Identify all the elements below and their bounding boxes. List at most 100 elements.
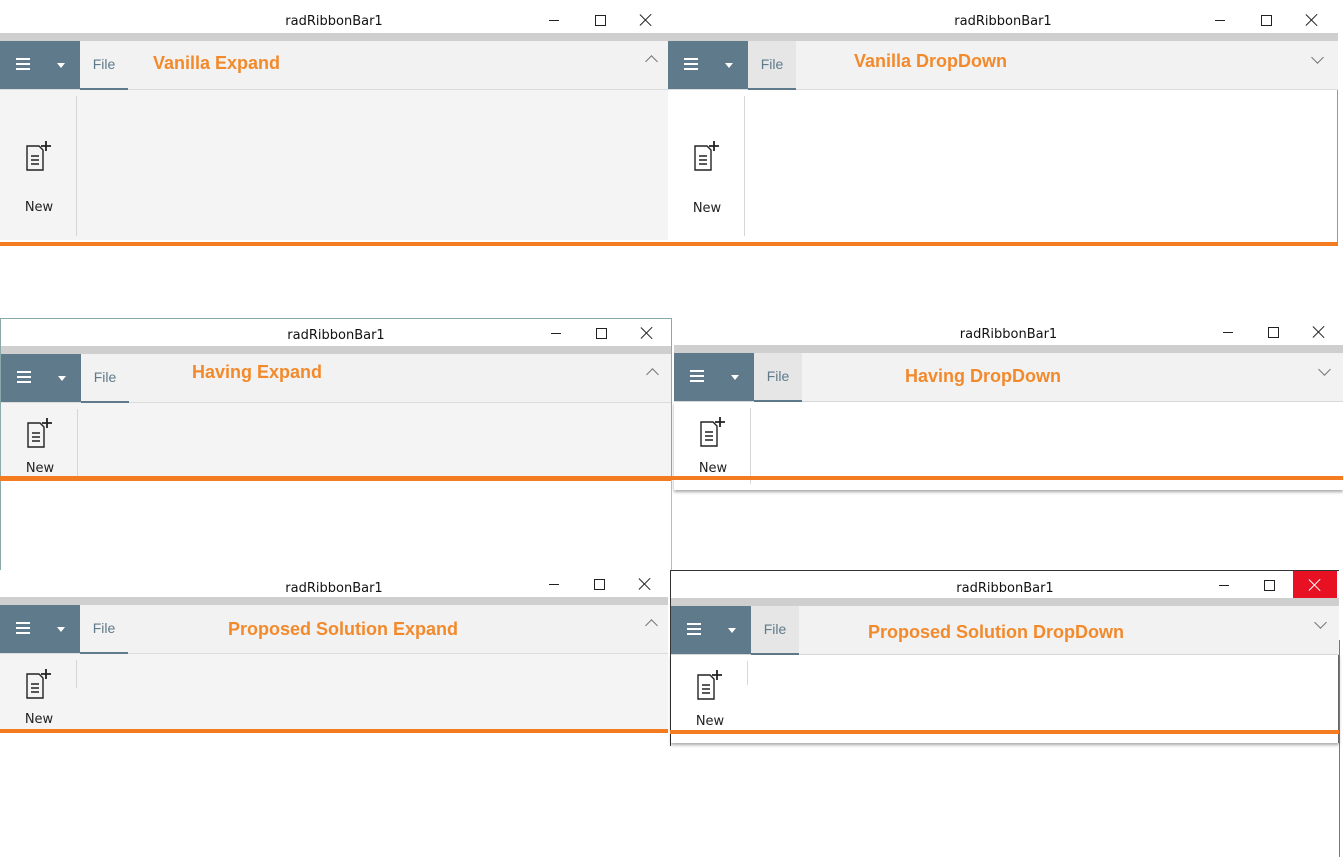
new-button[interactable]: New: [12, 654, 66, 727]
maximize-button[interactable]: [579, 319, 623, 347]
accent-bottom-border: [670, 730, 1339, 734]
ribbon-tab-row: File Vanilla Expand: [0, 41, 668, 90]
window-proposed-expand: radRibbonBar1 File Proposed Solution Exp…: [0, 570, 668, 734]
ribbon-caption: Having DropDown: [905, 366, 1061, 386]
accent-bottom-border: [0, 242, 668, 246]
ribbon-tab-row: File Proposed Solution DropDown: [671, 606, 1339, 655]
minimize-button[interactable]: [532, 6, 576, 34]
new-button-label: New: [692, 201, 722, 216]
maximize-icon: [1263, 579, 1275, 591]
close-button[interactable]: [1290, 6, 1334, 34]
ribbon-caption: Vanilla Expand: [153, 53, 281, 73]
title-bar[interactable]: radRibbonBar1: [671, 571, 1339, 599]
new-button[interactable]: New: [683, 655, 737, 735]
accent-bottom-border: [0, 729, 668, 733]
close-button[interactable]: [1293, 571, 1337, 599]
chevron-down-icon: [731, 375, 739, 380]
chevron-down-icon: [57, 63, 65, 68]
group-separator: [76, 96, 77, 236]
ribbon-body: New: [0, 90, 668, 240]
application-menu-button[interactable]: [1, 354, 81, 402]
close-button[interactable]: [623, 570, 667, 598]
application-menu-button[interactable]: [0, 41, 80, 89]
hamburger-icon: [687, 623, 701, 635]
maximize-button[interactable]: [1244, 6, 1288, 34]
tab-file[interactable]: File: [80, 41, 128, 90]
ribbon-tab-row: File Vanilla DropDown: [668, 41, 1338, 90]
title-bar[interactable]: radRibbonBar1: [668, 6, 1338, 34]
group-separator: [744, 96, 745, 236]
application-menu-button[interactable]: [668, 41, 748, 89]
divider: [671, 598, 1339, 606]
window-edge: [1339, 640, 1340, 857]
ribbon-body: New: [1, 403, 671, 477]
hamburger-icon: [684, 58, 698, 70]
title-bar[interactable]: radRibbonBar1: [674, 318, 1343, 346]
title-bar[interactable]: radRibbonBar1: [0, 6, 668, 34]
divider: [0, 33, 668, 41]
divider: [0, 597, 668, 605]
divider: [668, 33, 1338, 41]
close-button[interactable]: [624, 6, 668, 34]
tab-file[interactable]: File: [80, 605, 128, 654]
title-bar[interactable]: radRibbonBar1: [1, 319, 671, 347]
window-proposed-dropdown: radRibbonBar1 File Proposed Solution Dro…: [670, 570, 1339, 746]
new-document-icon: [26, 669, 51, 699]
maximize-button[interactable]: [577, 570, 621, 598]
maximize-icon: [1260, 14, 1272, 26]
tab-file[interactable]: File: [748, 41, 796, 90]
new-document-icon: [26, 141, 51, 171]
window-edge: [671, 480, 672, 570]
new-button[interactable]: New: [680, 90, 734, 230]
tab-file[interactable]: File: [754, 353, 802, 402]
maximize-icon: [595, 327, 607, 339]
maximize-button[interactable]: [1247, 571, 1291, 599]
expand-ribbon-icon[interactable]: [1318, 363, 1331, 376]
chevron-down-icon: [725, 63, 733, 68]
expand-ribbon-icon[interactable]: [1314, 616, 1327, 629]
minimize-icon: [1219, 584, 1229, 586]
tab-file[interactable]: File: [81, 354, 129, 403]
ribbon-tab-row: File Having Expand: [1, 354, 671, 403]
new-button[interactable]: New: [13, 403, 67, 476]
minimize-button[interactable]: [1206, 318, 1250, 346]
new-button[interactable]: New: [12, 90, 66, 230]
application-menu-button[interactable]: [671, 606, 751, 654]
maximize-button[interactable]: [578, 6, 622, 34]
new-button[interactable]: New: [686, 402, 740, 482]
maximize-button[interactable]: [1251, 318, 1295, 346]
ribbon-body: New: [0, 654, 668, 730]
group-separator: [77, 409, 78, 477]
collapse-ribbon-icon[interactable]: [646, 368, 659, 381]
hamburger-icon: [16, 58, 30, 70]
minimize-button[interactable]: [1198, 6, 1242, 34]
minimize-button[interactable]: [534, 319, 578, 347]
expand-ribbon-icon[interactable]: [1311, 51, 1324, 64]
group-separator: [76, 660, 77, 688]
tab-file[interactable]: File: [751, 606, 799, 655]
application-menu-button[interactable]: [0, 605, 80, 653]
group-separator: [750, 408, 751, 484]
collapse-ribbon-icon[interactable]: [645, 55, 658, 68]
minimize-button[interactable]: [1202, 571, 1246, 599]
maximize-icon: [1267, 326, 1279, 338]
hamburger-icon: [17, 371, 31, 383]
maximize-icon: [593, 578, 605, 590]
close-icon: [1306, 14, 1318, 26]
new-document-icon: [700, 417, 725, 447]
title-bar[interactable]: radRibbonBar1: [0, 570, 668, 598]
window-vanilla-expand: radRibbonBar1 File Vanilla Expand New: [0, 6, 668, 246]
accent-bottom-border: [668, 242, 1338, 246]
close-button[interactable]: [625, 319, 669, 347]
window-having-dropdown: radRibbonBar1 File Having DropDown New: [0, 318, 1343, 494]
chevron-down-icon: [58, 376, 66, 381]
close-icon: [640, 14, 652, 26]
minimize-button[interactable]: [532, 570, 576, 598]
ribbon-tab-row: File Having DropDown: [674, 353, 1343, 402]
close-icon: [1309, 579, 1321, 591]
new-button-label: New: [698, 461, 728, 476]
ribbon-caption: Having Expand: [192, 362, 323, 382]
close-button[interactable]: [1297, 318, 1341, 346]
application-menu-button[interactable]: [674, 353, 754, 401]
collapse-ribbon-icon[interactable]: [645, 619, 658, 632]
